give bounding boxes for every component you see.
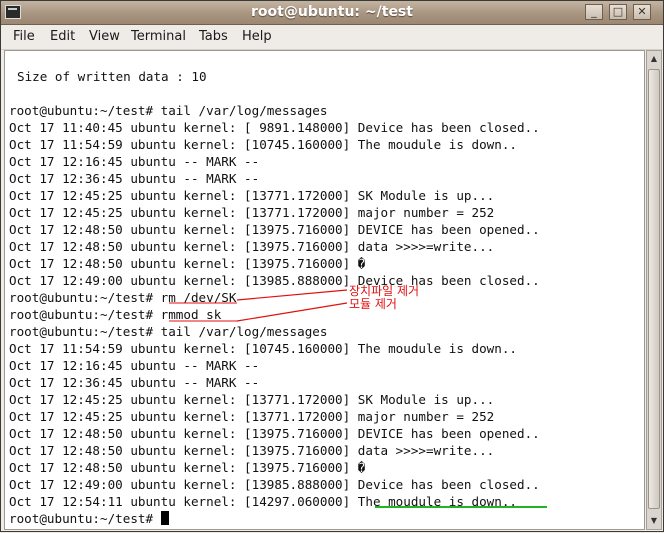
annotation-arrow-module <box>236 302 348 322</box>
annotation-remove-module: 모듈 제거 <box>349 297 397 311</box>
terminal-window: root@ubuntu: ~/test _ □ ✕ File Edit View… <box>0 0 664 532</box>
highlight-underline-module-down <box>375 506 547 508</box>
annotation-overlay <box>169 289 348 322</box>
annotation-arrow-device <box>236 289 348 301</box>
